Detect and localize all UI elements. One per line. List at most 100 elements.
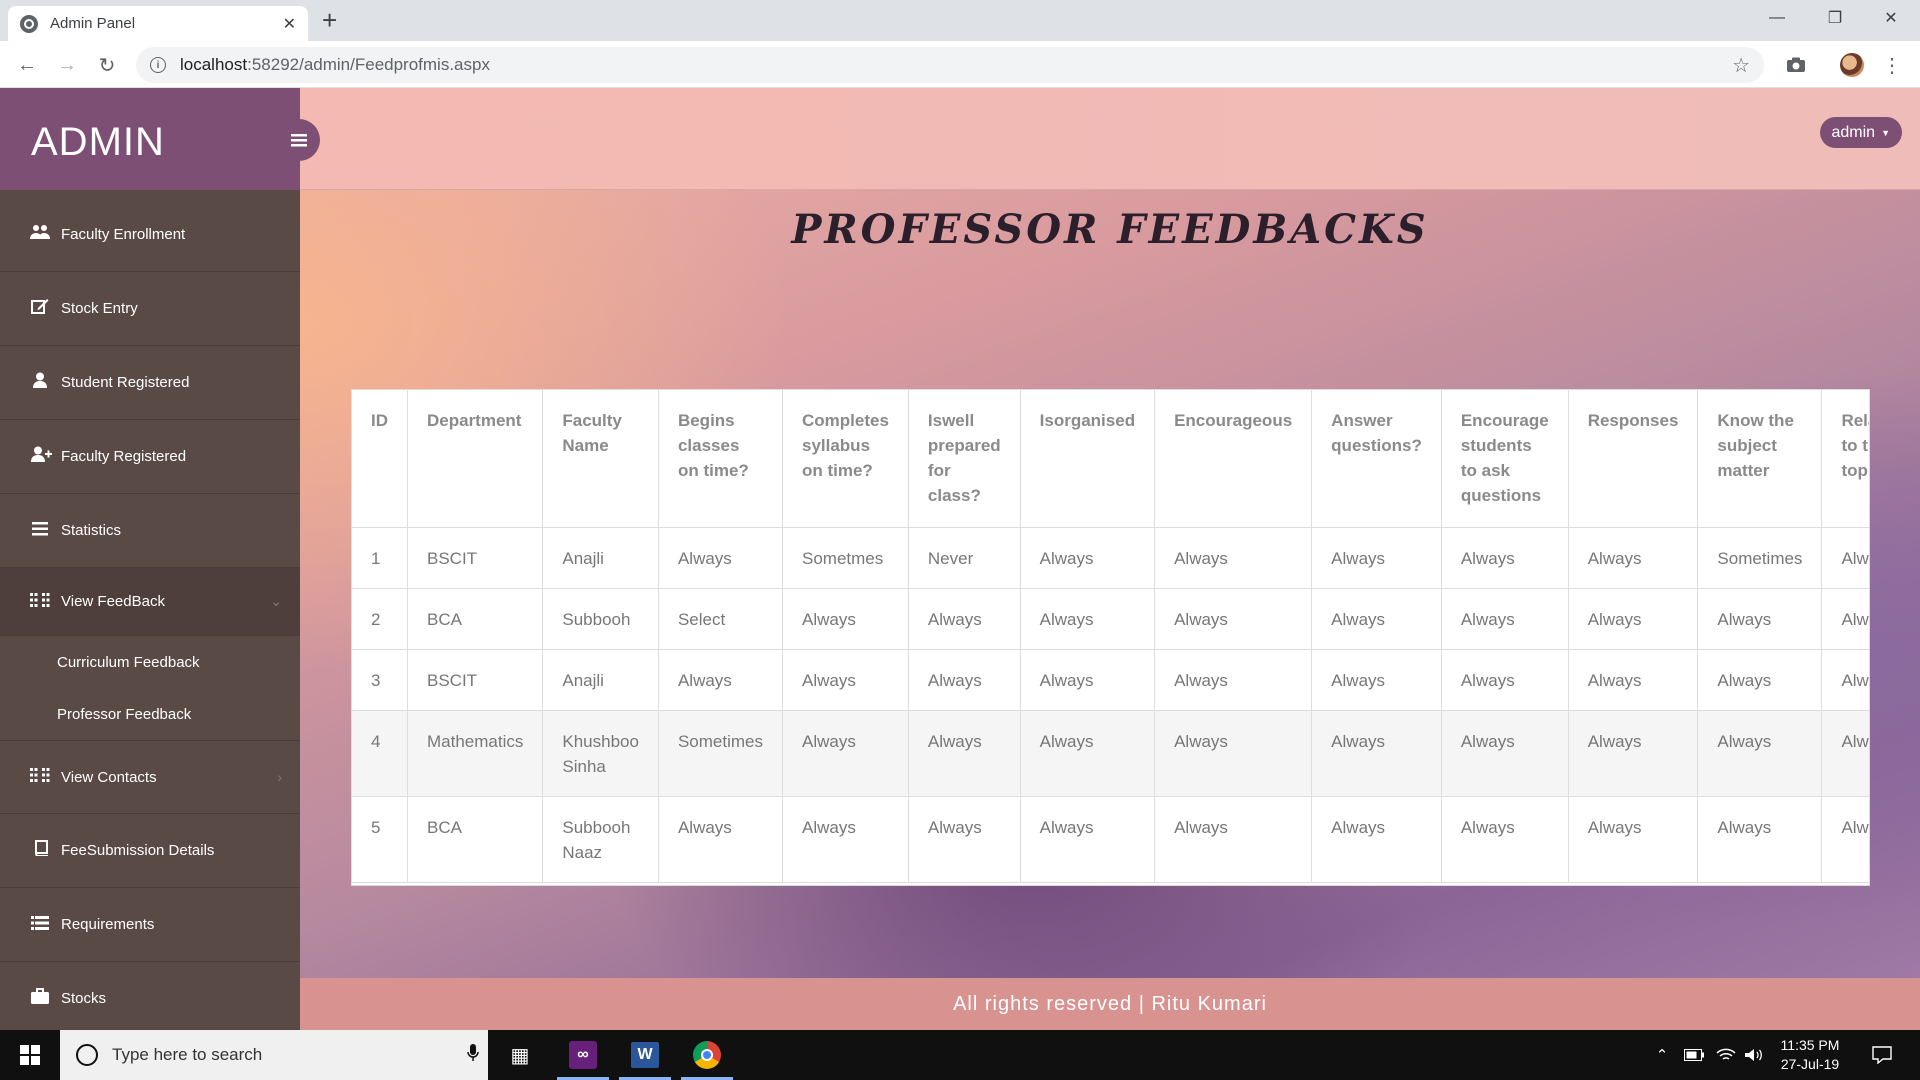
table-cell: Always <box>1154 649 1313 711</box>
sidebar-item-faculty-enrollment[interactable]: Faculty Enrollment <box>0 198 300 272</box>
table-cell: Always <box>1568 710 1699 797</box>
battery-icon[interactable] <box>1680 1030 1708 1080</box>
close-window-button[interactable]: ✕ <box>1862 0 1920 36</box>
sidebar-item-label: View Contacts <box>61 768 157 786</box>
main-content: admin ▼ PROFESSOR FEEDBACKS ID Departmen… <box>300 88 1920 1030</box>
volume-icon[interactable] <box>1740 1030 1768 1080</box>
taskbar-search[interactable]: Type here to search <box>60 1030 488 1080</box>
task-view-button[interactable]: ▦ <box>490 1030 550 1080</box>
table-cell: Always <box>1697 649 1823 711</box>
sidebar-item-requirements[interactable]: Requirements <box>0 888 300 962</box>
sidebar-item-fee-submission[interactable]: FeeSubmission Details <box>0 814 300 888</box>
sidebar-item-label: FeeSubmission Details <box>61 842 215 859</box>
word-taskbar-icon[interactable]: W <box>615 1030 675 1080</box>
feedback-table: ID Department Faculty Name Begins classe… <box>352 390 1869 883</box>
user-menu-button[interactable]: admin ▼ <box>1819 117 1902 148</box>
table-row: 3 BSCIT Anajli Always Always Always Always Alwa… <box>352 649 1869 711</box>
table-cell: Always <box>1697 796 1823 883</box>
reload-button[interactable]: ↻ <box>91 49 123 81</box>
sidebar-item-label: Statistics <box>61 522 122 539</box>
table-cell: Khushboo Sinha <box>542 710 659 797</box>
column-header: Relates to the topic <box>1821 390 1869 528</box>
sidebar-item-label: Requirements <box>61 916 155 933</box>
menu-kebab-icon[interactable]: ⋮ <box>1876 49 1908 81</box>
table-cell: Always <box>658 796 783 883</box>
sidebar-item-label: Faculty Enrollment <box>61 226 186 243</box>
table-cell: Always <box>1441 796 1569 883</box>
chrome-taskbar-icon[interactable] <box>677 1030 737 1080</box>
sidebar-item-statistics[interactable]: Statistics <box>0 494 300 568</box>
table-cell: Always <box>1697 710 1823 797</box>
sidebar-item-view-feedback[interactable]: View FeedBack ⌄ <box>0 568 300 636</box>
forward-button[interactable]: → <box>51 49 83 81</box>
table-cell: BSCIT <box>407 649 544 711</box>
table-cell: Always <box>782 710 909 797</box>
table-cell: Always <box>1441 710 1569 797</box>
globe-icon <box>20 14 38 33</box>
sidebar-item-student-registered[interactable]: Student Registered <box>0 346 300 420</box>
table-cell: Anajli <box>542 527 659 589</box>
sidebar-item-label: View FeedBack <box>61 593 165 610</box>
back-button[interactable]: ← <box>11 49 43 81</box>
browser-tab[interactable]: Admin Panel ✕ <box>8 6 308 41</box>
column-header: Encourageous <box>1154 390 1313 528</box>
minimize-button[interactable]: — <box>1748 0 1806 36</box>
search-placeholder: Type here to search <box>112 1045 263 1064</box>
column-header: Know the subject matter <box>1697 390 1823 528</box>
new-tab-button[interactable]: + <box>322 6 337 34</box>
table-cell: Always <box>1311 588 1442 650</box>
sidebar-item-view-contacts[interactable]: View Contacts › <box>0 740 300 814</box>
table-cell: Always <box>1568 527 1699 589</box>
feedback-table-container[interactable]: ID Department Faculty Name Begins classe… <box>351 389 1870 886</box>
user-plus-icon <box>30 446 52 467</box>
table-cell: Select <box>658 588 783 650</box>
table-cell: Always <box>1020 649 1156 711</box>
table-cell: 3 <box>352 649 408 711</box>
column-header: ID <box>352 390 408 528</box>
start-button[interactable] <box>0 1030 60 1080</box>
url-host: localhost <box>180 55 248 74</box>
sidebar-item-faculty-registered[interactable]: Faculty Registered <box>0 420 300 494</box>
list-alt-icon <box>30 915 50 935</box>
menu-toggle-button[interactable] <box>278 119 320 161</box>
column-header: Responses <box>1568 390 1699 528</box>
task-view-icon: ▦ <box>510 1044 530 1067</box>
info-icon[interactable]: i <box>150 57 166 73</box>
tray-chevron-icon[interactable]: ⌃ <box>1650 1030 1674 1080</box>
table-cell: Always <box>1568 796 1699 883</box>
table-cell: Always <box>658 527 783 589</box>
taskbar-clock[interactable]: 11:35 PM 27-Jul-19 <box>1768 1036 1852 1074</box>
sidebar-item-stock-entry[interactable]: Stock Entry <box>0 272 300 346</box>
table-cell: 1 <box>352 527 408 589</box>
cortana-icon <box>76 1044 98 1066</box>
bookmark-star-icon[interactable]: ☆ <box>1732 53 1750 78</box>
wifi-icon[interactable] <box>1712 1030 1740 1080</box>
column-header: Isorganised <box>1020 390 1156 528</box>
address-bar[interactable]: i localhost:58292/admin/Feedprofmis.aspx… <box>136 47 1764 83</box>
close-tab-icon[interactable]: ✕ <box>283 14 296 34</box>
table-cell: 4 <box>352 710 408 797</box>
table-row: 2 BCA Subbooh Select Always Always Always Alway… <box>352 588 1869 650</box>
table-cell: Never <box>908 527 1021 589</box>
sidebar-item-stocks[interactable]: Stocks <box>0 962 300 1030</box>
clock-date: 27-Jul-19 <box>1780 1056 1840 1072</box>
table-cell: Always <box>1154 527 1313 589</box>
visual-studio-taskbar-icon[interactable]: ∞ <box>553 1030 613 1080</box>
sidebar-subitem-curriculum-feedback[interactable]: Curriculum Feedback <box>0 636 300 688</box>
table-cell: Always <box>1020 527 1156 589</box>
microphone-icon[interactable] <box>458 1043 488 1067</box>
table-cell: Always <box>908 796 1021 883</box>
profile-avatar[interactable] <box>1836 49 1868 81</box>
table-cell: Subbooh <box>542 588 659 650</box>
hamburger-icon <box>291 133 307 146</box>
sidebar-item-label: Faculty Registered <box>61 448 187 465</box>
notifications-icon[interactable] <box>1862 1030 1902 1080</box>
sidebar-subitem-professor-feedback[interactable]: Professor Feedback <box>0 688 300 740</box>
table-cell: Always <box>658 649 783 711</box>
restore-button[interactable]: ❐ <box>1806 0 1864 36</box>
table-cell: Always <box>1441 649 1569 711</box>
table-cell: Always <box>1311 649 1442 711</box>
table-cell: Always <box>1441 588 1569 650</box>
camera-icon[interactable] <box>1780 49 1812 81</box>
table-cell: Always <box>1568 588 1699 650</box>
